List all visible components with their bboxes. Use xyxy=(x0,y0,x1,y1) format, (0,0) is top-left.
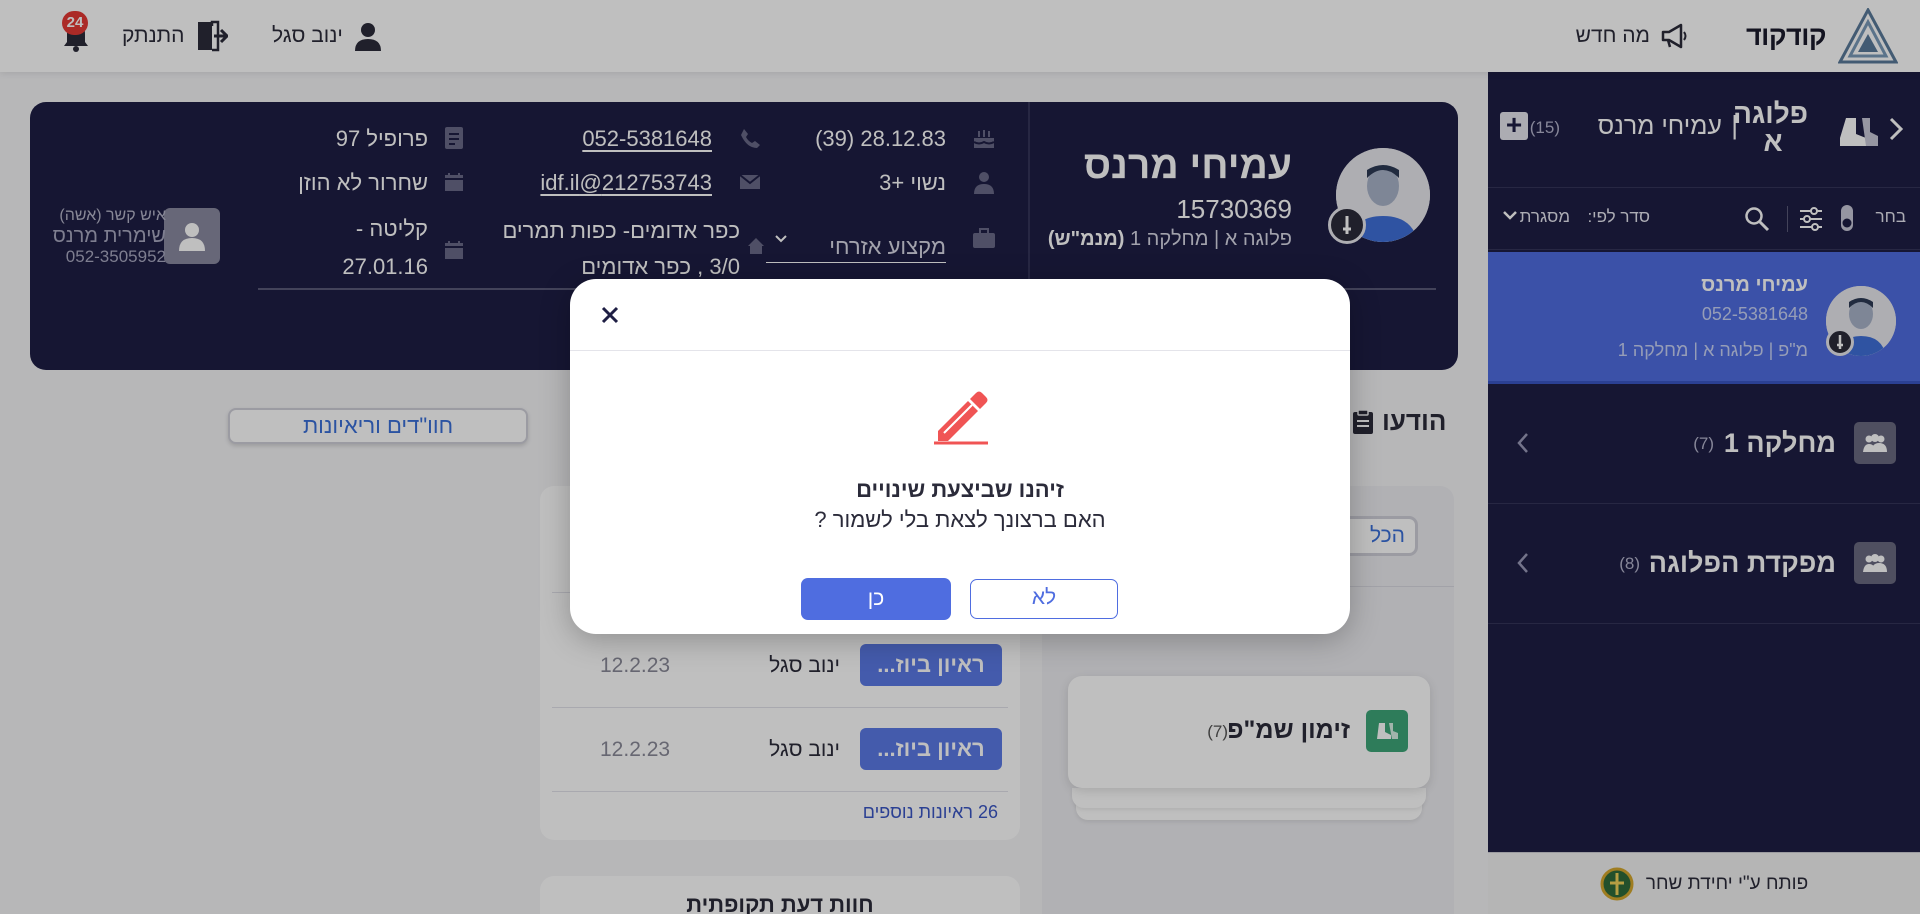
unsaved-changes-dialog: זיהנו שביצעת שינויים האם ברצונך לצאת בלי… xyxy=(570,279,1350,634)
yes-button[interactable]: כן xyxy=(801,578,951,620)
dialog-title: זיהנו שביצעת שינויים xyxy=(856,477,1064,502)
dialog-message: האם ברצונך לצאת בלי לשמור ? xyxy=(814,507,1106,532)
close-icon xyxy=(601,306,619,324)
no-button[interactable]: לא xyxy=(970,579,1118,619)
pencil-icon xyxy=(934,391,988,445)
dialog-header xyxy=(570,279,1350,351)
close-button[interactable] xyxy=(596,301,624,329)
